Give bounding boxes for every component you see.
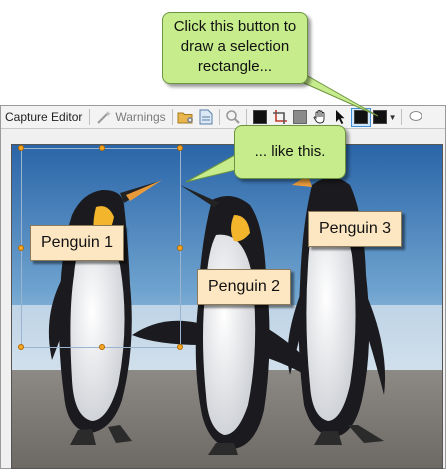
crop-button[interactable] bbox=[271, 108, 289, 126]
toolbar-separator bbox=[400, 109, 402, 125]
crop-icon bbox=[272, 110, 287, 124]
resize-handle[interactable] bbox=[18, 344, 24, 350]
fill-color-button[interactable] bbox=[251, 108, 269, 126]
line-color-button[interactable]: ▼ bbox=[372, 108, 397, 126]
toolbar-separator bbox=[171, 109, 173, 125]
selection-rectangle-button[interactable] bbox=[350, 107, 371, 127]
speech-bubble-icon bbox=[409, 111, 422, 121]
magnifier-icon bbox=[225, 110, 240, 124]
document-properties-icon bbox=[199, 109, 213, 125]
callout-line: Click this button to bbox=[173, 18, 297, 35]
toolbar-separator bbox=[218, 109, 220, 125]
pan-button[interactable] bbox=[311, 108, 329, 126]
penguin-3-label: Penguin 3 bbox=[308, 211, 403, 247]
folder-gear-icon bbox=[177, 112, 193, 124]
callout-line: rectangle... bbox=[197, 58, 273, 75]
warning-wand-icon bbox=[97, 111, 112, 124]
shape-button[interactable] bbox=[291, 108, 309, 126]
arrow-pointer-icon bbox=[335, 110, 345, 124]
gray-shape-icon bbox=[292, 110, 307, 124]
color-swatch-icon bbox=[372, 110, 387, 124]
resize-handle[interactable] bbox=[99, 344, 105, 350]
instruction-callout: Click this button to draw a selection re… bbox=[162, 12, 308, 84]
properties-button[interactable] bbox=[197, 108, 215, 126]
resize-handle[interactable] bbox=[18, 145, 24, 151]
resize-handle[interactable] bbox=[99, 145, 105, 151]
selection-rectangle-icon bbox=[353, 110, 368, 124]
chevron-down-icon: ▼ bbox=[388, 112, 397, 122]
resize-handle[interactable] bbox=[177, 245, 183, 251]
toolbar-separator bbox=[89, 109, 91, 125]
comment-button[interactable] bbox=[406, 108, 424, 126]
example-callout: ... like this. bbox=[234, 125, 346, 179]
zoom-button[interactable] bbox=[224, 108, 242, 126]
toolbar-separator bbox=[245, 109, 247, 125]
resize-handle[interactable] bbox=[177, 145, 183, 151]
folder-settings-button[interactable] bbox=[177, 108, 195, 126]
resize-handle[interactable] bbox=[177, 344, 183, 350]
warnings-label: Warnings bbox=[115, 110, 166, 124]
toolbar: Capture Editor Warnings ▼ bbox=[1, 106, 445, 129]
resize-handle[interactable] bbox=[18, 245, 24, 251]
toolbar-title: Capture Editor bbox=[5, 110, 83, 124]
hand-icon bbox=[313, 110, 325, 124]
penguin-1-label: Penguin 1 bbox=[30, 225, 125, 261]
color-swatch-icon bbox=[252, 110, 267, 124]
callout-line: draw a selection bbox=[180, 38, 290, 55]
warnings-button[interactable]: Warnings bbox=[94, 108, 167, 126]
penguin-2-label: Penguin 2 bbox=[197, 269, 292, 305]
pointer-button[interactable] bbox=[331, 108, 349, 126]
